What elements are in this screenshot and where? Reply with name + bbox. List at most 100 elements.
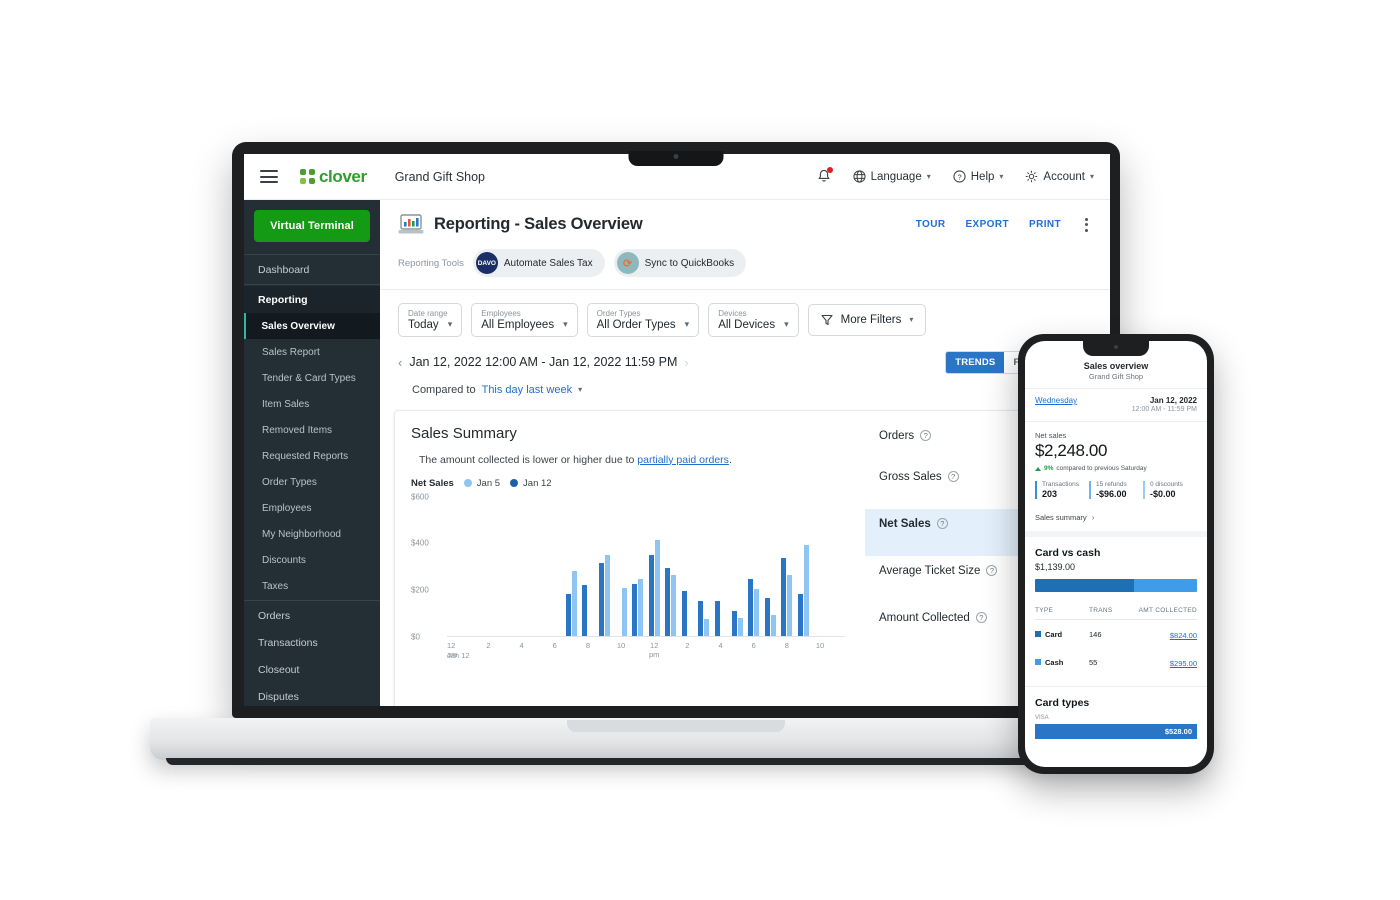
clover-logo[interactable]: clover xyxy=(300,167,367,187)
bar-group xyxy=(530,497,547,636)
sidebar-item-orders[interactable]: Orders xyxy=(244,602,380,629)
phone-comparison: 9% compared to previous Saturday xyxy=(1035,465,1197,472)
sidebar-item-discounts[interactable]: Discounts xyxy=(244,547,380,573)
col-amount: AMT COLLECTED xyxy=(1138,607,1197,614)
chevron-down-icon: ▾ xyxy=(784,319,789,330)
legend-label: Jan 5 xyxy=(476,477,501,489)
bar-jan12 xyxy=(632,583,638,636)
bar-group xyxy=(712,497,729,636)
table-row[interactable]: Card 146 $824.00 xyxy=(1035,620,1197,648)
table-row[interactable]: Cash 55 $295.00 xyxy=(1035,648,1197,676)
reporting-chart-icon xyxy=(398,214,424,235)
virtual-terminal-button[interactable]: Virtual Terminal xyxy=(254,210,370,242)
help-circle-icon[interactable]: ? xyxy=(975,612,987,624)
next-period-icon[interactable]: › xyxy=(677,355,688,370)
row-amount[interactable]: $295.00 xyxy=(1170,659,1197,668)
bar-jan12 xyxy=(565,593,571,636)
laptop-device: clover Grand Gift Shop Language ▾ ? Help… xyxy=(150,142,1202,765)
bar-series-container xyxy=(447,497,845,636)
filter-bar: Date range Today ▾ Employees All Employe… xyxy=(380,290,1110,337)
sidebar-item-my-neighborhood[interactable]: My Neighborhood xyxy=(244,521,380,547)
chip-sync-quickbooks[interactable]: ⟳ Sync to QuickBooks xyxy=(613,249,747,277)
chevron-down-icon: ▾ xyxy=(563,319,568,330)
stat-label: 0 discounts xyxy=(1150,481,1183,488)
phone-sales-summary-link-row[interactable]: Sales summary › xyxy=(1025,505,1207,537)
sidebar-item-item-sales[interactable]: Item Sales xyxy=(244,391,380,417)
phone-day-link[interactable]: Wednesday xyxy=(1035,396,1077,405)
bar-jan5 xyxy=(754,589,760,636)
col-trans: TRANS xyxy=(1089,607,1113,614)
bar-group xyxy=(663,497,680,636)
sidebar-item-dashboard[interactable]: Dashboard xyxy=(244,256,380,283)
more-filters-button[interactable]: More Filters ▾ xyxy=(807,303,927,336)
sidebar-item-removed-items[interactable]: Removed Items xyxy=(244,417,380,443)
sidebar-item-disputes[interactable]: Disputes xyxy=(244,683,380,706)
account-label: Account xyxy=(1043,170,1085,183)
bar-jan12 xyxy=(797,594,803,636)
help-circle-icon[interactable]: ? xyxy=(947,471,959,483)
x-axis-line xyxy=(447,635,845,637)
legend-item-jan5: Jan 5 xyxy=(463,477,501,489)
x-tick: 8 xyxy=(784,640,789,650)
bar-group xyxy=(745,497,762,636)
globe-icon xyxy=(852,170,866,183)
help-menu[interactable]: ? Help ▾ xyxy=(953,170,1003,183)
sidebar-item-sales-report[interactable]: Sales Report xyxy=(244,339,380,365)
account-menu[interactable]: Account ▾ xyxy=(1025,170,1094,183)
filter-devices[interactable]: Devices All Devices ▾ xyxy=(708,303,799,337)
export-button[interactable]: EXPORT xyxy=(965,219,1009,230)
help-circle-icon: ? xyxy=(953,170,966,183)
help-circle-icon[interactable]: ? xyxy=(920,430,932,442)
language-menu[interactable]: Language ▾ xyxy=(852,170,931,183)
y-tick-600: $600 xyxy=(411,492,429,502)
phone-date-row: Wednesday Jan 12, 2022 12:00 AM - 11:59 … xyxy=(1025,389,1207,422)
filter-date-range[interactable]: Date range Today ▾ xyxy=(398,303,463,337)
chevron-down-icon: ▾ xyxy=(909,315,914,325)
table-header-row: TYPE TRANS AMT COLLECTED xyxy=(1035,602,1197,620)
card-vs-cash-title: Card vs cash xyxy=(1035,547,1101,559)
filter-icon xyxy=(821,314,833,325)
chevron-down-icon: ▾ xyxy=(684,319,690,330)
card-title: Sales Summary xyxy=(411,424,517,442)
hamburger-menu-icon[interactable] xyxy=(260,170,278,183)
card-vs-cash-table: TYPE TRANS AMT COLLECTED Card 146 $824.0… xyxy=(1035,602,1197,676)
sidebar-item-sales-overview[interactable]: Sales Overview xyxy=(244,313,380,339)
bar-jan12 xyxy=(648,555,654,636)
sidebar-item-closeout[interactable]: Closeout xyxy=(244,656,380,683)
sidebar-item-taxes[interactable]: Taxes xyxy=(244,573,380,599)
filter-order-types[interactable]: Order Types All Order Types ▾ xyxy=(586,303,700,337)
bar-group xyxy=(729,497,746,636)
prev-period-icon[interactable]: ‹ xyxy=(398,355,409,370)
bar-jan5 xyxy=(671,575,677,636)
sidebar-group-reporting[interactable]: Reporting xyxy=(244,286,380,313)
chip-automate-sales-tax[interactable]: DAVO Automate Sales Tax xyxy=(472,249,605,277)
phone-compare-pct: 9% xyxy=(1044,465,1054,472)
phone-device: Sales overview Grand Gift Shop Wednesday… xyxy=(1018,334,1214,774)
x-tick: 4 xyxy=(519,640,524,650)
legend-label: Jan 12 xyxy=(523,477,552,489)
compared-to-label: Compared to xyxy=(412,383,476,396)
bar-group xyxy=(613,497,630,636)
help-circle-icon[interactable]: ? xyxy=(986,565,998,577)
filter-employees[interactable]: Employees All Employees ▾ xyxy=(471,303,578,337)
filter-value: Today xyxy=(408,318,439,331)
help-circle-icon[interactable]: ? xyxy=(936,518,948,530)
sidebar-item-order-types[interactable]: Order Types xyxy=(244,469,380,495)
tab-trends[interactable]: TRENDS xyxy=(946,351,1005,373)
partially-paid-orders-link[interactable]: partially paid orders xyxy=(637,454,729,466)
more-options-icon[interactable] xyxy=(1081,216,1092,234)
compared-to-value[interactable]: This day last week xyxy=(482,384,572,396)
bar-jan5 xyxy=(604,554,610,636)
metric-label: Orders xyxy=(879,429,915,442)
sidebar-item-requested-reports[interactable]: Requested Reports xyxy=(244,443,380,469)
sidebar-item-employees[interactable]: Employees xyxy=(244,495,380,521)
bell-icon[interactable] xyxy=(817,167,833,184)
print-button[interactable]: PRINT xyxy=(1029,219,1061,230)
sidebar-item-tender-card-types[interactable]: Tender & Card Types xyxy=(244,365,380,391)
sidebar-item-transactions[interactable]: Transactions xyxy=(244,629,380,656)
tour-button[interactable]: TOUR xyxy=(916,219,946,230)
phone-date-block: Jan 12, 2022 12:00 AM - 11:59 PM xyxy=(1132,396,1197,413)
bar-jan12 xyxy=(582,584,588,636)
row-amount[interactable]: $824.00 xyxy=(1170,631,1197,640)
note-prefix: The amount collected is lower or higher … xyxy=(419,453,638,466)
